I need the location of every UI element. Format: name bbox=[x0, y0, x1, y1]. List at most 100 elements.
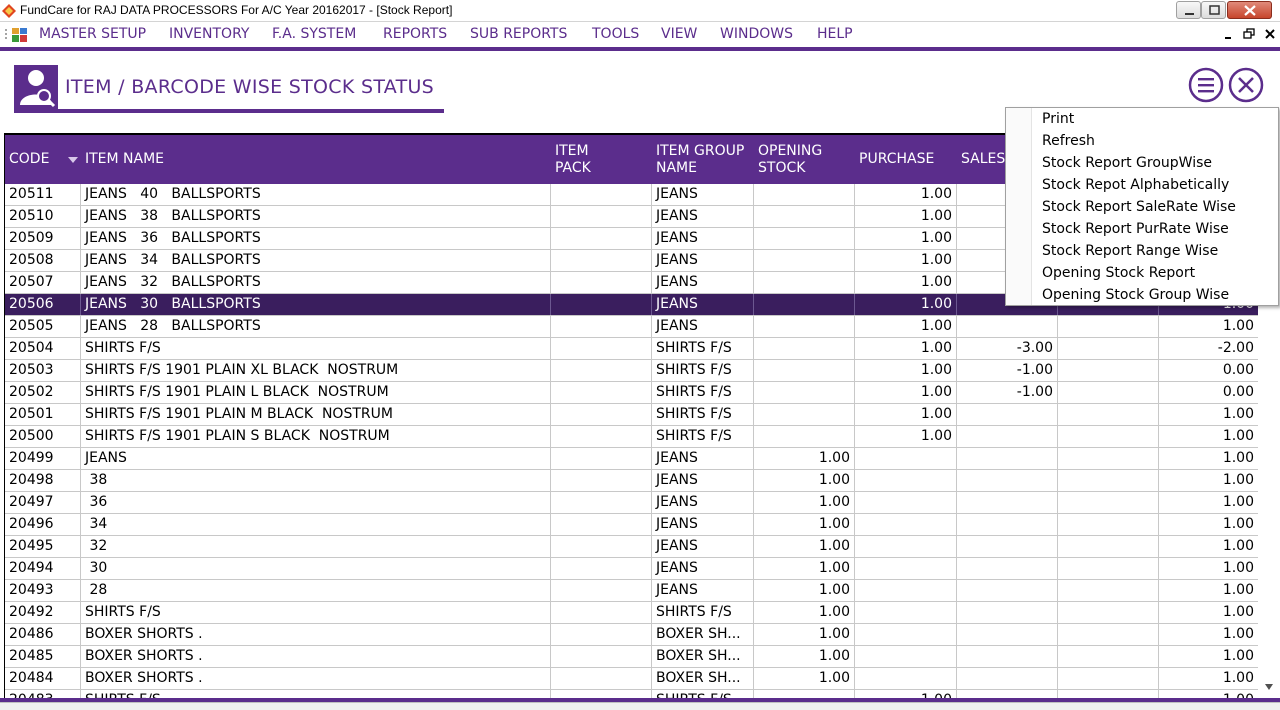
scroll-down-arrow-icon[interactable] bbox=[1264, 683, 1274, 691]
cell-purchase[interactable] bbox=[855, 492, 957, 513]
document-app-icon[interactable] bbox=[12, 28, 27, 42]
cell-col8[interactable] bbox=[1058, 470, 1159, 491]
menu-sub-reports[interactable]: SUB REPORTS bbox=[470, 26, 567, 42]
restore-button[interactable] bbox=[1201, 1, 1226, 19]
cell-sales[interactable] bbox=[957, 404, 1058, 425]
cell-col8[interactable] bbox=[1058, 558, 1159, 579]
cell-item-pack[interactable] bbox=[551, 404, 652, 425]
table-row[interactable]: 20503 SHIRTS F/S 1901 PLAIN XL BLACK NOST… bbox=[5, 360, 1258, 382]
cell-sales[interactable]: -1.00 bbox=[957, 382, 1058, 403]
mdi-minimize-icon[interactable] bbox=[1222, 27, 1236, 41]
cell-code[interactable]: 20509 bbox=[5, 228, 81, 249]
table-row[interactable]: 20485 BOXER SHORTS . BOXER SH... 1.00 1.00 bbox=[5, 646, 1258, 668]
cell-item-name[interactable]: SHIRTS F/S bbox=[81, 338, 551, 359]
cell-col9[interactable]: 1.00 bbox=[1159, 558, 1258, 579]
cell-opening-stock[interactable]: 1.00 bbox=[754, 514, 855, 535]
cell-item-pack[interactable] bbox=[551, 514, 652, 535]
menu-item-stock-report-groupwise[interactable]: Stock Report GroupWise bbox=[1042, 152, 1212, 174]
table-row[interactable]: 20493 28 JEANS 1.00 1.00 bbox=[5, 580, 1258, 602]
cell-item-group[interactable]: SHIRTS F/S bbox=[652, 690, 754, 698]
cell-col8[interactable] bbox=[1058, 690, 1159, 698]
cell-col8[interactable] bbox=[1058, 338, 1159, 359]
cell-col9[interactable]: 1.00 bbox=[1159, 470, 1258, 491]
cell-opening-stock[interactable] bbox=[754, 338, 855, 359]
table-row[interactable]: 20504 SHIRTS F/S SHIRTS F/S 1.00 -3.00 -2.00 bbox=[5, 338, 1258, 360]
table-row[interactable]: 20498 38 JEANS 1.00 1.00 bbox=[5, 470, 1258, 492]
cell-item-pack[interactable] bbox=[551, 602, 652, 623]
menu-item-print[interactable]: Print bbox=[1042, 108, 1074, 130]
cell-item-group[interactable]: SHIRTS F/S bbox=[652, 382, 754, 403]
cell-item-group[interactable]: JEANS bbox=[652, 294, 754, 315]
cell-purchase[interactable]: 1.00 bbox=[855, 360, 957, 381]
cell-col8[interactable] bbox=[1058, 360, 1159, 381]
menu-item-opening-stock-report[interactable]: Opening Stock Report bbox=[1042, 262, 1195, 284]
menu-master-setup[interactable]: MASTER SETUP bbox=[39, 26, 146, 42]
cell-sales[interactable]: -3.00 bbox=[957, 338, 1058, 359]
cell-item-pack[interactable] bbox=[551, 492, 652, 513]
cell-purchase[interactable] bbox=[855, 470, 957, 491]
cell-code[interactable]: 20485 bbox=[5, 646, 81, 667]
cell-purchase[interactable]: 1.00 bbox=[855, 228, 957, 249]
cell-col9[interactable]: 0.00 bbox=[1159, 360, 1258, 381]
cell-col8[interactable] bbox=[1058, 668, 1159, 689]
cell-code[interactable]: 20499 bbox=[5, 448, 81, 469]
cell-item-pack[interactable] bbox=[551, 668, 652, 689]
cell-item-group[interactable]: SHIRTS F/S bbox=[652, 426, 754, 447]
cell-item-name[interactable]: BOXER SHORTS . bbox=[81, 646, 551, 667]
cell-item-name[interactable]: JEANS bbox=[81, 448, 551, 469]
cell-item-group[interactable]: SHIRTS F/S bbox=[652, 602, 754, 623]
menu-item-opening-stock-group-wise[interactable]: Opening Stock Group Wise bbox=[1042, 284, 1229, 306]
cell-col9[interactable]: 1.00 bbox=[1159, 602, 1258, 623]
cell-item-name[interactable]: 34 bbox=[81, 514, 551, 535]
menu-item-stock-report-alphabetically[interactable]: Stock Repot Alphabetically bbox=[1042, 174, 1229, 196]
cell-sales[interactable] bbox=[957, 668, 1058, 689]
cell-item-group[interactable]: BOXER SH... bbox=[652, 668, 754, 689]
cell-purchase[interactable]: 1.00 bbox=[855, 382, 957, 403]
menu-view[interactable]: VIEW bbox=[661, 26, 697, 42]
cell-item-group[interactable]: JEANS bbox=[652, 492, 754, 513]
cell-purchase[interactable]: 1.00 bbox=[855, 294, 957, 315]
cell-item-pack[interactable] bbox=[551, 558, 652, 579]
cell-item-group[interactable]: SHIRTS F/S bbox=[652, 360, 754, 381]
cell-item-group[interactable]: JEANS bbox=[652, 448, 754, 469]
cell-code[interactable]: 20483 bbox=[5, 690, 81, 698]
cell-opening-stock[interactable]: 1.00 bbox=[754, 646, 855, 667]
cell-opening-stock[interactable]: 1.00 bbox=[754, 602, 855, 623]
cell-col9[interactable]: 1.00 bbox=[1159, 426, 1258, 447]
cell-item-name[interactable]: SHIRTS F/S 1901 PLAIN L BLACK NOSTRUM bbox=[81, 382, 551, 403]
cell-code[interactable]: 20506 bbox=[5, 294, 81, 315]
cell-item-name[interactable]: BOXER SHORTS . bbox=[81, 624, 551, 645]
cell-code[interactable]: 20496 bbox=[5, 514, 81, 535]
cell-opening-stock[interactable]: 1.00 bbox=[754, 624, 855, 645]
table-row[interactable]: 20484 BOXER SHORTS . BOXER SH... 1.00 1.00 bbox=[5, 668, 1258, 690]
cell-item-name[interactable]: JEANS 32 BALLSPORTS bbox=[81, 272, 551, 293]
col-header-item-group-name[interactable]: ITEM GROUP NAME bbox=[652, 135, 754, 184]
cell-opening-stock[interactable] bbox=[754, 206, 855, 227]
col-header-purchase[interactable]: PURCHASE bbox=[855, 135, 957, 184]
cell-code[interactable]: 20507 bbox=[5, 272, 81, 293]
col-header-item-name[interactable]: ITEM NAME bbox=[81, 135, 551, 184]
minimize-button[interactable] bbox=[1176, 1, 1201, 19]
cell-code[interactable]: 20504 bbox=[5, 338, 81, 359]
cell-col9[interactable]: 1.00 bbox=[1159, 580, 1258, 601]
cell-item-group[interactable]: BOXER SH... bbox=[652, 646, 754, 667]
cell-col8[interactable] bbox=[1058, 514, 1159, 535]
cell-code[interactable]: 20497 bbox=[5, 492, 81, 513]
cell-item-pack[interactable] bbox=[551, 624, 652, 645]
cell-code[interactable]: 20501 bbox=[5, 404, 81, 425]
cell-opening-stock[interactable] bbox=[754, 382, 855, 403]
cell-code[interactable]: 20498 bbox=[5, 470, 81, 491]
cell-item-name[interactable]: 38 bbox=[81, 470, 551, 491]
cell-item-group[interactable]: BOXER SH... bbox=[652, 624, 754, 645]
cell-col8[interactable] bbox=[1058, 492, 1159, 513]
cell-purchase[interactable]: 1.00 bbox=[855, 338, 957, 359]
cell-item-name[interactable]: JEANS 36 BALLSPORTS bbox=[81, 228, 551, 249]
cell-item-name[interactable]: SHIRTS F/S 1901 PLAIN S BLACK NOSTRUM bbox=[81, 426, 551, 447]
cell-purchase[interactable]: 1.00 bbox=[855, 426, 957, 447]
cell-item-pack[interactable] bbox=[551, 448, 652, 469]
cell-code[interactable]: 20493 bbox=[5, 580, 81, 601]
cell-col9[interactable]: 1.00 bbox=[1159, 690, 1258, 698]
cell-col9[interactable]: 1.00 bbox=[1159, 668, 1258, 689]
cell-sales[interactable] bbox=[957, 426, 1058, 447]
cell-item-name[interactable]: 30 bbox=[81, 558, 551, 579]
